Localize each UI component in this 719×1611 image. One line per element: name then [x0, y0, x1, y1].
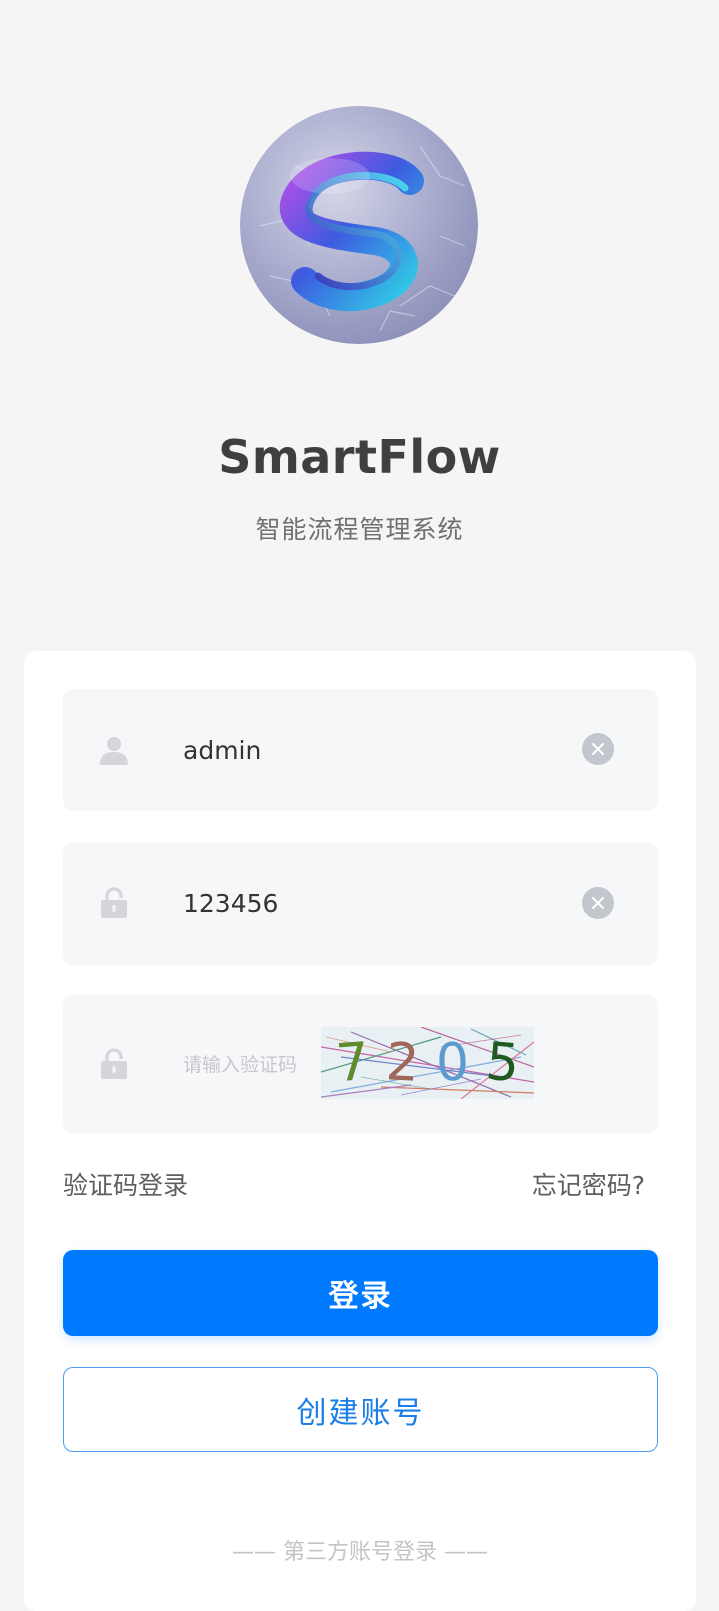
captcha-char: 5 [483, 1031, 522, 1095]
clear-icon [592, 897, 604, 909]
captcha-char: 0 [435, 1032, 471, 1094]
clear-icon [592, 743, 604, 755]
username-field[interactable] [63, 689, 658, 811]
lock-icon [98, 887, 130, 919]
login-card: 7205 验证码登录 忘记密码? 登录 创建账号 —— 第三方账号登录 —— [24, 651, 696, 1611]
lock-icon [98, 1048, 130, 1080]
app-subtitle: 智能流程管理系统 [255, 515, 464, 544]
captcha-char: 2 [384, 1032, 421, 1094]
app-logo-graphic [240, 106, 478, 344]
captcha-chars: 7205 [321, 1027, 534, 1099]
app-logo [240, 106, 478, 344]
app-title: SmartFlow [218, 430, 501, 484]
captcha-image[interactable]: 7205 [321, 1027, 534, 1099]
third-party-divider: —— 第三方账号登录 —— [232, 1540, 488, 1565]
captcha-input[interactable] [183, 1045, 313, 1085]
sms-login-link[interactable]: 验证码登录 [63, 1166, 188, 1202]
captcha-field[interactable]: 7205 [63, 995, 658, 1134]
password-input[interactable] [183, 883, 553, 923]
clear-password-button[interactable] [582, 887, 614, 919]
register-button[interactable]: 创建账号 [63, 1367, 658, 1452]
forgot-password-link[interactable]: 忘记密码? [532, 1166, 645, 1202]
clear-username-button[interactable] [582, 733, 614, 765]
username-input[interactable] [183, 730, 553, 770]
login-button[interactable]: 登录 [63, 1250, 658, 1336]
captcha-char: 7 [333, 1031, 371, 1095]
user-icon [98, 734, 130, 766]
password-field[interactable] [63, 842, 658, 965]
